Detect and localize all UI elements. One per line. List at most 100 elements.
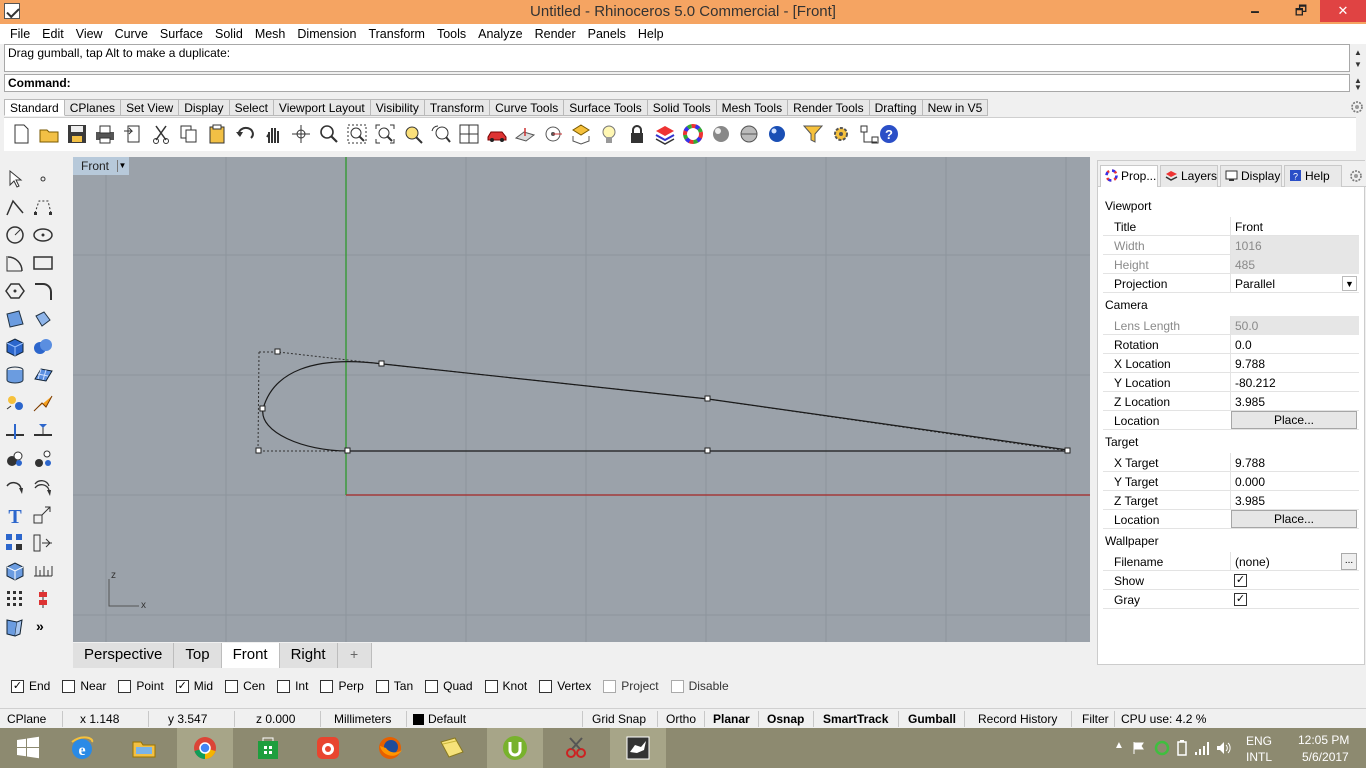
grid-points-icon[interactable] — [4, 588, 26, 610]
clock-date[interactable]: 5/6/2017 — [1302, 750, 1349, 764]
osnap-end[interactable]: ✓ End — [11, 679, 50, 693]
viewport-canvas[interactable]: z x — [73, 157, 1090, 642]
z-target-field[interactable]: 3.985 — [1230, 491, 1359, 510]
tab-cplanes[interactable]: CPlanes — [64, 99, 122, 116]
tray-expand-icon[interactable]: ▲ — [1114, 740, 1124, 751]
camera-place-button[interactable]: Place... — [1231, 411, 1357, 429]
polyline-icon[interactable] — [4, 196, 26, 218]
osnap-tan-checkbox[interactable] — [375, 679, 389, 693]
layer-icon[interactable] — [654, 123, 676, 145]
layer-color-swatch[interactable] — [413, 714, 424, 725]
split-icon[interactable] — [4, 420, 26, 442]
zoom-window-icon[interactable] — [346, 123, 368, 145]
osnap-int-checkbox[interactable] — [277, 679, 291, 693]
rotate-view-icon[interactable] — [290, 123, 312, 145]
front-viewport[interactable]: z x Front ▼ — [73, 157, 1090, 642]
zoom-selected-icon[interactable] — [402, 123, 424, 145]
taskbar-internet-explorer[interactable]: e — [54, 728, 110, 768]
four-viewports-icon[interactable] — [458, 123, 480, 145]
language-top[interactable]: ENG — [1246, 734, 1272, 748]
panel-tab-layers[interactable]: Layers — [1160, 165, 1218, 187]
action-center-flag-icon[interactable] — [1132, 741, 1146, 755]
viewport-tab-perspective[interactable]: Perspective — [73, 643, 175, 668]
battery-icon[interactable] — [1176, 740, 1188, 756]
target-place-button[interactable]: Place... — [1231, 510, 1357, 528]
menu-analyze[interactable]: Analyze — [472, 25, 528, 43]
paste-icon[interactable] — [206, 123, 228, 145]
blue-sphere-icon[interactable] — [766, 123, 788, 145]
planar-toggle[interactable]: Planar — [713, 712, 750, 726]
new-icon[interactable] — [10, 123, 32, 145]
circle-icon[interactable] — [4, 224, 26, 246]
viewport-menu-caret-icon[interactable]: ▼ — [117, 160, 127, 172]
surface-corner-icon[interactable] — [4, 308, 26, 330]
menu-view[interactable]: View — [70, 25, 109, 43]
smarttrack-toggle[interactable]: SmartTrack — [823, 712, 888, 726]
rotation-field[interactable]: 0.0 — [1230, 335, 1359, 354]
explode-icon[interactable] — [4, 392, 26, 414]
join-icon[interactable] — [32, 420, 54, 442]
shaded-sphere-icon[interactable] — [738, 123, 760, 145]
osnap-perp-checkbox[interactable] — [320, 679, 334, 693]
dimension-icon[interactable] — [32, 560, 54, 582]
tab-new-in-v5[interactable]: New in V5 — [922, 99, 989, 116]
offset-curve-icon[interactable] — [32, 476, 54, 498]
menu-surface[interactable]: Surface — [154, 25, 209, 43]
projection-select[interactable]: Parallel — [1230, 274, 1359, 293]
sync-icon[interactable] — [1154, 740, 1170, 756]
grid-snap-icon[interactable] — [570, 123, 592, 145]
tab-render-tools[interactable]: Render Tools — [788, 99, 870, 116]
menu-file[interactable]: File — [4, 25, 36, 43]
gumball-toggle[interactable]: Gumball — [908, 712, 956, 726]
command-history[interactable]: Drag gumball, tap Alt to make a duplicat… — [4, 44, 1350, 72]
gray-checkbox[interactable]: ✓ — [1234, 593, 1247, 606]
history-scroll-down-icon[interactable]: ▼ — [1352, 59, 1364, 71]
taskbar-app-red[interactable] — [300, 728, 356, 768]
viewport-tab-top[interactable]: Top — [174, 643, 222, 668]
tab-curve-tools[interactable]: Curve Tools — [490, 99, 565, 116]
osnap-project[interactable]: Project — [603, 679, 659, 693]
menu-curve[interactable]: Curve — [109, 25, 154, 43]
color-wheel-icon[interactable] — [682, 123, 704, 145]
close-button[interactable]: ✕ — [1320, 0, 1366, 22]
command-line[interactable]: Command: — [4, 74, 1350, 92]
panel-gear-icon[interactable] — [1349, 169, 1363, 183]
osnap-vertex[interactable]: Vertex — [539, 679, 591, 693]
windows-start-button[interactable] — [0, 728, 56, 768]
taskbar-store[interactable] — [240, 728, 296, 768]
clock-time[interactable]: 12:05 PM — [1298, 733, 1349, 747]
panel-tab-properties[interactable]: Prop... — [1100, 165, 1158, 187]
solid-union-icon[interactable] — [32, 336, 54, 358]
osnap-vertex-checkbox[interactable] — [539, 679, 553, 693]
osnap-toggle[interactable]: Osnap — [767, 712, 804, 726]
osnap-knot-checkbox[interactable] — [484, 679, 498, 693]
select-arrow-icon[interactable] — [4, 168, 26, 190]
browse-button[interactable]: ... — [1341, 553, 1357, 570]
tab-visibility[interactable]: Visibility — [370, 99, 425, 116]
panel-tab-help[interactable]: ? Help — [1284, 165, 1342, 187]
taskbar-sticky-notes[interactable] — [424, 728, 480, 768]
osnap-tan[interactable]: Tan — [375, 679, 413, 693]
command-spin-down-icon[interactable]: ▼ — [1352, 84, 1364, 92]
record-history-toggle[interactable]: Record History — [978, 712, 1057, 726]
tab-viewport-layout[interactable]: Viewport Layout — [273, 99, 371, 116]
show-checkbox[interactable]: ✓ — [1234, 574, 1247, 587]
print-icon[interactable] — [94, 123, 116, 145]
osnap-project-checkbox[interactable] — [603, 679, 617, 693]
taskbar-rhino[interactable] — [610, 728, 666, 768]
osnap-mid[interactable]: ✓ Mid — [175, 679, 213, 693]
tab-surface-tools[interactable]: Surface Tools — [564, 99, 648, 116]
fillet-curve-icon[interactable] — [32, 280, 54, 302]
menu-solid[interactable]: Solid — [209, 25, 249, 43]
polygon-icon[interactable] — [4, 280, 26, 302]
osnap-perp[interactable]: Perp — [320, 679, 364, 693]
language-bottom[interactable]: INTL — [1246, 750, 1272, 764]
tab-solid-tools[interactable]: Solid Tools — [647, 99, 717, 116]
toolbar-expand-icon[interactable]: » — [36, 618, 58, 640]
ellipse-icon[interactable] — [32, 224, 54, 246]
chevron-down-icon[interactable]: ▼ — [1342, 276, 1357, 291]
tab-select[interactable]: Select — [229, 99, 274, 116]
orient-icon[interactable] — [32, 532, 54, 554]
undo-view-icon[interactable] — [430, 123, 452, 145]
group-icon[interactable] — [4, 448, 26, 470]
